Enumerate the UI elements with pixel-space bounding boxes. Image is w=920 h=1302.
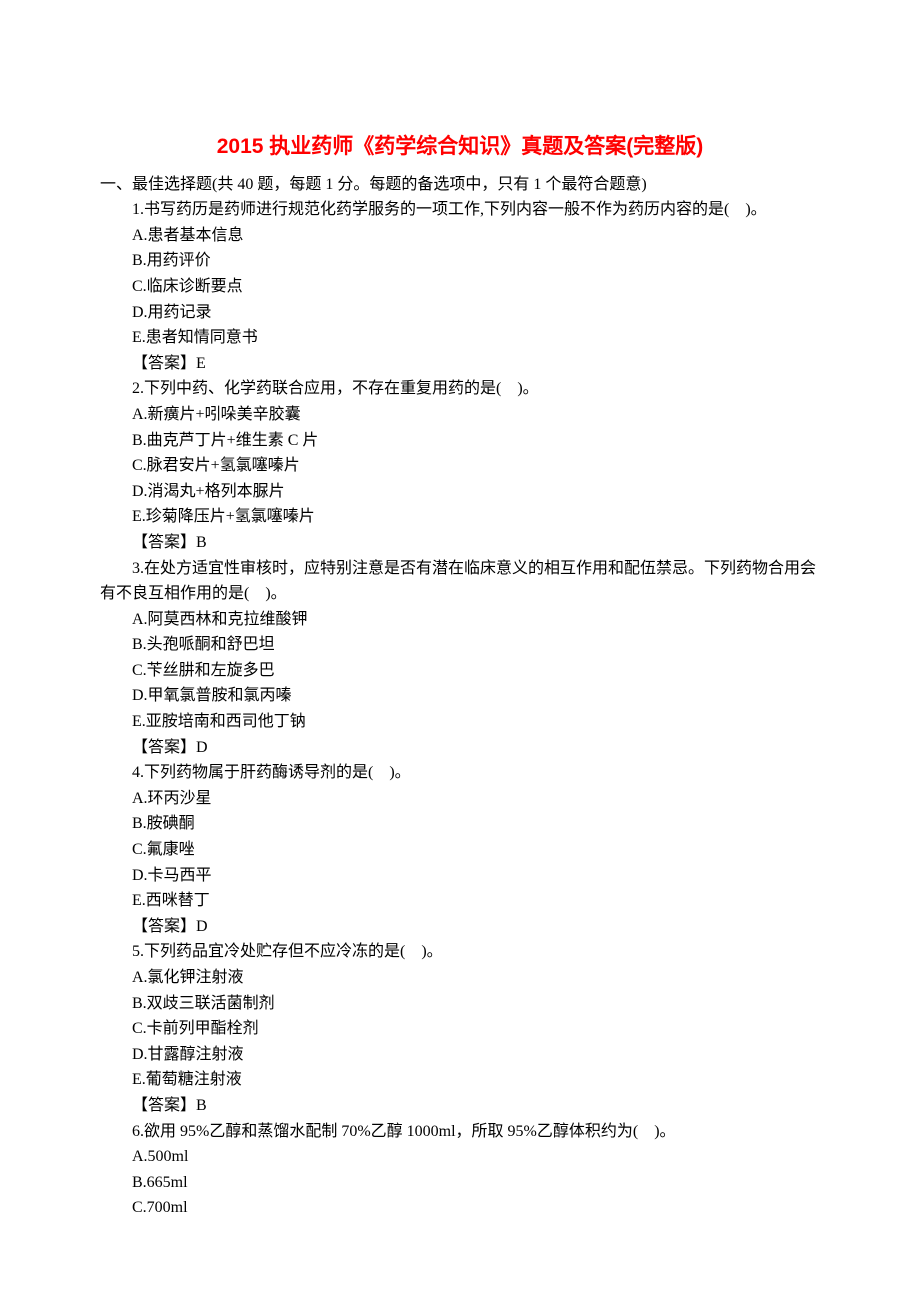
option: C.临床诊断要点 [100,274,820,300]
answer: 【答案】D [100,914,820,940]
option: A.环丙沙星 [100,786,820,812]
option: E.珍菊降压片+氢氯噻嗪片 [100,504,820,530]
option: C.700ml [100,1195,820,1221]
option: A.氯化钾注射液 [100,965,820,991]
option: D.卡马西平 [100,863,820,889]
question-2: 2.下列中药、化学药联合应用，不存在重复用药的是( )。 A.新癀片+吲哚美辛胶… [100,376,820,555]
option: C.氟康唑 [100,837,820,863]
question-1: 1.书写药历是药师进行规范化药学服务的一项工作,下列内容一般不作为药历内容的是(… [100,197,820,376]
question-stem: 3.在处方适宜性审核时，应特别注意是否有潜在临床意义的相互作用和配伍禁忌。下列药… [100,556,820,607]
option: E.西咪替丁 [100,888,820,914]
question-stem: 2.下列中药、化学药联合应用，不存在重复用药的是( )。 [100,376,820,402]
question-stem: 4.下列药物属于肝药酶诱导剂的是( )。 [100,760,820,786]
option: D.甲氧氯普胺和氯丙嗪 [100,683,820,709]
option: A.患者基本信息 [100,223,820,249]
option: B.曲克芦丁片+维生素 C 片 [100,428,820,454]
option: C.脉君安片+氢氯噻嗪片 [100,453,820,479]
option: A.500ml [100,1144,820,1170]
option: E.亚胺培南和西司他丁钠 [100,709,820,735]
option: A.新癀片+吲哚美辛胶囊 [100,402,820,428]
option: E.患者知情同意书 [100,325,820,351]
option: A.阿莫西林和克拉维酸钾 [100,607,820,633]
option: B.胺碘酮 [100,811,820,837]
page-title: 2015 执业药师《药学综合知识》真题及答案(完整版) [100,130,820,164]
question-5: 5.下列药品宜冷处贮存但不应冷冻的是( )。 A.氯化钾注射液 B.双歧三联活菌… [100,939,820,1118]
option: E.葡萄糖注射液 [100,1067,820,1093]
option: D.消渴丸+格列本脲片 [100,479,820,505]
option: B.用药评价 [100,248,820,274]
option: D.用药记录 [100,300,820,326]
option: C.苄丝肼和左旋多巴 [100,658,820,684]
question-stem: 1.书写药历是药师进行规范化药学服务的一项工作,下列内容一般不作为药历内容的是(… [100,197,820,223]
section-header: 一、最佳选择题(共 40 题，每题 1 分。每题的备选项中，只有 1 个最符合题… [100,172,820,198]
question-stem: 5.下列药品宜冷处贮存但不应冷冻的是( )。 [100,939,820,965]
option: B.头孢哌酮和舒巴坦 [100,632,820,658]
option: D.甘露醇注射液 [100,1042,820,1068]
question-stem: 6.欲用 95%乙醇和蒸馏水配制 70%乙醇 1000ml，所取 95%乙醇体积… [100,1119,820,1145]
option: C.卡前列甲酯栓剂 [100,1016,820,1042]
question-3: 3.在处方适宜性审核时，应特别注意是否有潜在临床意义的相互作用和配伍禁忌。下列药… [100,556,820,761]
answer: 【答案】B [100,530,820,556]
question-4: 4.下列药物属于肝药酶诱导剂的是( )。 A.环丙沙星 B.胺碘酮 C.氟康唑 … [100,760,820,939]
question-6: 6.欲用 95%乙醇和蒸馏水配制 70%乙醇 1000ml，所取 95%乙醇体积… [100,1119,820,1221]
answer: 【答案】E [100,351,820,377]
option: B.双歧三联活菌制剂 [100,991,820,1017]
answer: 【答案】D [100,735,820,761]
answer: 【答案】B [100,1093,820,1119]
option: B.665ml [100,1170,820,1196]
